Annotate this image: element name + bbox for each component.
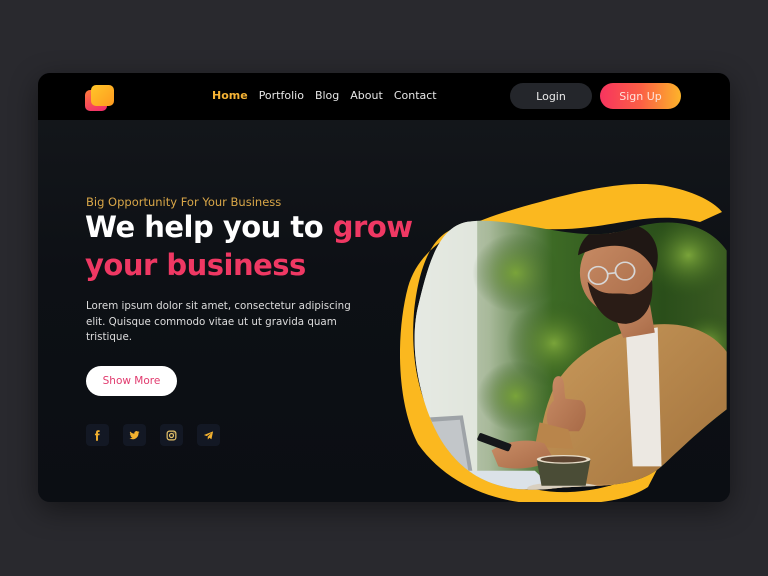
show-more-button[interactable]: Show More xyxy=(86,366,177,396)
hero-image-blob xyxy=(400,182,730,502)
main-nav: Home Portfolio Blog About Contact xyxy=(212,89,437,102)
instagram-icon xyxy=(166,430,177,440)
logo-front-shape xyxy=(91,85,114,106)
nav-about[interactable]: About xyxy=(350,89,383,102)
telegram-link[interactable] xyxy=(197,424,220,446)
hero-photo xyxy=(400,184,727,502)
landing-page-card: Home Portfolio Blog About Contact Login … xyxy=(38,73,730,502)
instagram-link[interactable] xyxy=(160,424,183,446)
headline-white-text: We help you to xyxy=(85,210,333,244)
twitter-link[interactable] xyxy=(123,424,146,446)
nav-home[interactable]: Home xyxy=(212,89,248,102)
hero-section: Big Opportunity For Your Business We hel… xyxy=(38,120,730,502)
hero-headline: We help you to grow your business xyxy=(85,208,415,284)
nav-contact[interactable]: Contact xyxy=(394,89,437,102)
nav-portfolio[interactable]: Portfolio xyxy=(259,89,304,102)
social-links xyxy=(86,424,220,446)
hero-eyebrow: Big Opportunity For Your Business xyxy=(86,195,282,209)
login-button[interactable]: Login xyxy=(510,83,592,109)
telegram-icon xyxy=(203,430,214,440)
hero-description: Lorem ipsum dolor sit amet, consectetur … xyxy=(86,300,351,343)
facebook-link[interactable] xyxy=(86,424,109,446)
brand-logo-icon[interactable] xyxy=(85,85,115,111)
top-nav-bar: Home Portfolio Blog About Contact Login … xyxy=(38,73,730,120)
facebook-icon xyxy=(94,429,100,441)
nav-blog[interactable]: Blog xyxy=(315,89,339,102)
headline-accent-line: your business xyxy=(85,248,306,282)
twitter-icon xyxy=(129,430,140,439)
signup-button[interactable]: Sign Up xyxy=(600,83,681,109)
